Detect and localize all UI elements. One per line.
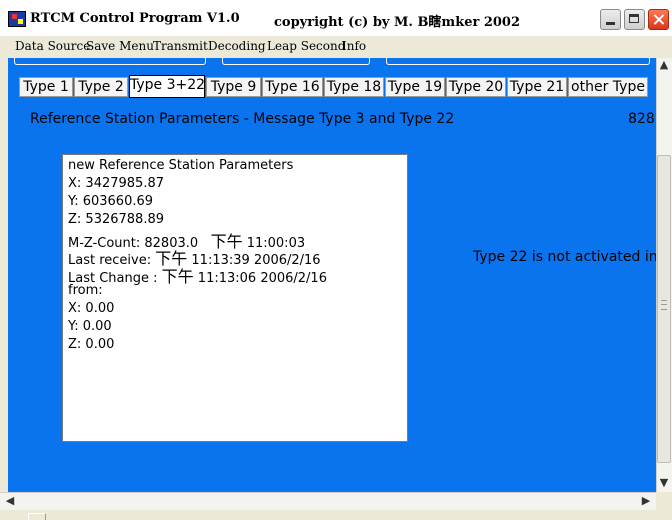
tab-type-20[interactable]: Type 20 [446, 77, 506, 97]
param-y: Y: 603660.69 [68, 194, 154, 209]
params-header: new Reference Station Parameters [68, 158, 294, 173]
menu-save-menu[interactable]: Save Menu [86, 39, 154, 53]
tab-type-2[interactable]: Type 2 [74, 77, 128, 97]
menu-decoding[interactable]: Decoding [208, 39, 266, 53]
section-heading: Reference Station Parameters - Message T… [30, 111, 455, 127]
tab-type-16[interactable]: Type 16 [262, 77, 323, 97]
scroll-up-arrow-icon[interactable]: ▲ [657, 58, 671, 74]
reference-station-parameters-box: new Reference Station Parameters X: 3427… [62, 154, 408, 442]
param-from: from: [68, 283, 103, 298]
horizontal-scrollbar[interactable] [0, 492, 656, 510]
upper-frame-left [14, 58, 206, 65]
scroll-down-arrow-icon[interactable]: ▼ [657, 476, 671, 492]
tab-type-21[interactable]: Type 21 [507, 77, 567, 97]
minimize-button[interactable] [600, 9, 621, 30]
type22-status-text: Type 22 is not activated in t [473, 249, 656, 265]
menu-data-source[interactable]: Data Source [15, 39, 90, 53]
menu-transmit[interactable]: Transmit [153, 39, 208, 53]
scroll-corner [656, 492, 672, 510]
main-panel: Type 1 Type 2 Type 3+22 Type 9 Type 16 T… [8, 58, 656, 492]
upper-frame-right [386, 58, 650, 65]
tab-other-type[interactable]: other Type [568, 77, 648, 97]
tab-type-3-22[interactable]: Type 3+22 [129, 75, 205, 98]
param-z: Z: 5326788.89 [68, 212, 164, 227]
tab-type-1[interactable]: Type 1 [19, 77, 73, 97]
tab-type-18[interactable]: Type 18 [324, 77, 384, 97]
status-bar [0, 510, 672, 520]
tab-type-19[interactable]: Type 19 [385, 77, 445, 97]
last-change-ampm: 下午 [161, 267, 194, 286]
menu-leap-second[interactable]: Leap Second [267, 39, 345, 53]
close-button[interactable] [648, 9, 669, 30]
scroll-right-arrow-icon[interactable]: ▶ [638, 494, 654, 509]
last-change-time: 11:13:06 2006/2/16 [197, 271, 327, 286]
param-x: X: 3427985.87 [68, 176, 164, 191]
app-icon[interactable] [8, 11, 26, 27]
param-last-change: Last Change : 下午 11:13:06 2006/2/16 [68, 263, 327, 287]
copyright-text: copyright (c) by M. B瞎mker 2002 [274, 15, 521, 30]
menu-info[interactable]: Info [342, 39, 366, 53]
scroll-left-arrow-icon[interactable]: ◀ [2, 494, 18, 509]
tab-type-9[interactable]: Type 9 [206, 77, 261, 97]
truncated-value: 828 [628, 111, 655, 127]
scroll-grip-icon [661, 300, 667, 310]
param-from-x: X: 0.00 [68, 301, 115, 316]
maximize-button[interactable] [624, 9, 645, 30]
status-segment [28, 513, 46, 520]
upper-frame-middle [222, 58, 370, 65]
window-title: RTCM Control Program V1.0 [30, 11, 240, 26]
param-from-y: Y: 0.00 [68, 319, 112, 334]
param-from-z: Z: 0.00 [68, 337, 115, 352]
